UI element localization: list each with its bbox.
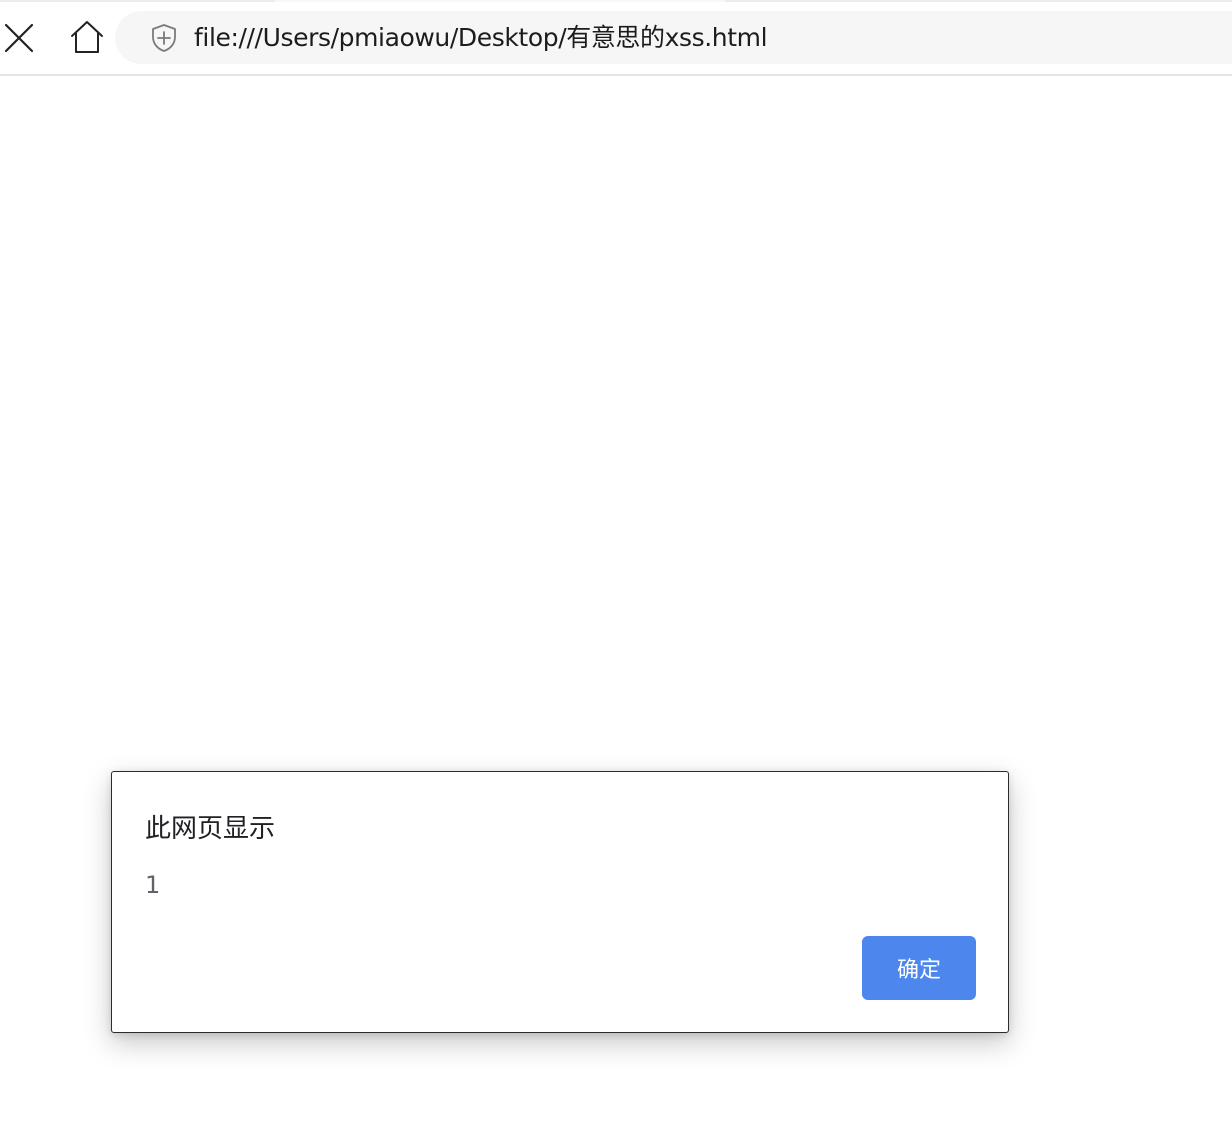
- shield-plus-icon: [152, 24, 176, 52]
- home-button[interactable]: [66, 17, 108, 57]
- dialog-title: 此网页显示: [145, 814, 276, 844]
- alert-dialog: 此网页显示 1 确定: [111, 771, 1009, 1033]
- url-text[interactable]: file:///Users/pmiaowu/Desktop/有意思的xss.ht…: [194, 11, 768, 64]
- dialog-message: 1: [145, 871, 161, 899]
- close-icon: [4, 23, 34, 53]
- home-icon: [71, 21, 103, 53]
- stop-loading-button[interactable]: [0, 18, 38, 58]
- address-bar[interactable]: file:///Users/pmiaowu/Desktop/有意思的xss.ht…: [115, 11, 1232, 64]
- browser-toolbar: file:///Users/pmiaowu/Desktop/有意思的xss.ht…: [0, 0, 1232, 76]
- ok-button[interactable]: 确定: [862, 936, 976, 1000]
- active-tab-edge[interactable]: [275, 0, 725, 2]
- tab-strip-edge: [0, 0, 1232, 2]
- site-info-button[interactable]: [149, 23, 179, 53]
